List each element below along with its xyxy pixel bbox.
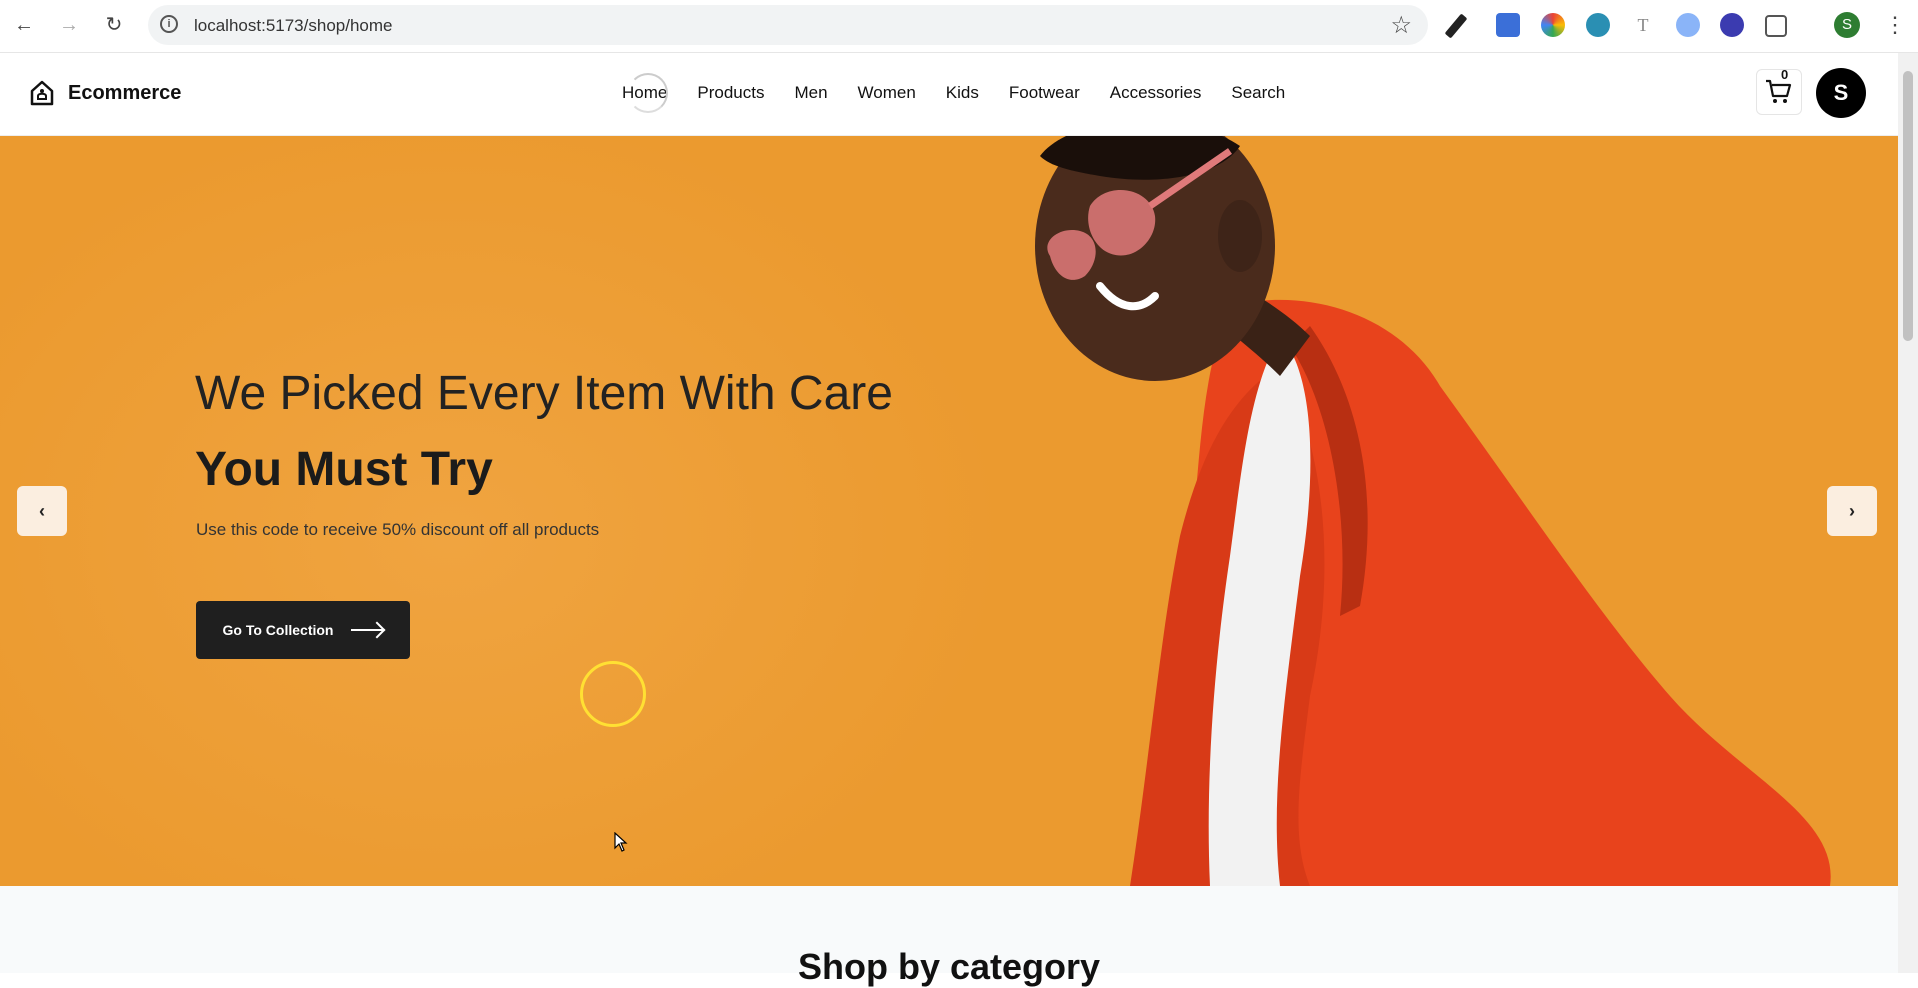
arrow-right-icon (351, 629, 384, 631)
nav-accessories[interactable]: Accessories (1110, 83, 1202, 103)
hero-subtitle: You Must Try (195, 443, 493, 496)
hero-title: We Picked Every Item With Care (195, 367, 893, 420)
section-title: Shop by category (797, 946, 1101, 987)
search-extension-icon[interactable] (1676, 13, 1700, 37)
cta-label: Go To Collection (222, 622, 334, 638)
home-icon (30, 80, 54, 106)
mouse-cursor-icon (614, 832, 628, 852)
category-section: Shop by category (0, 886, 1898, 987)
cart-icon (1766, 79, 1792, 103)
cart-count-badge: 0 (1781, 67, 1789, 82)
bookmark-star-icon[interactable]: ☆ (1390, 11, 1412, 40)
globe-extension-icon[interactable] (1586, 13, 1610, 37)
go-to-collection-button[interactable]: Go To Collection (196, 601, 410, 659)
nav-kids[interactable]: Kids (946, 83, 979, 103)
site-header: Ecommerce Home Products Men Women Kids F… (0, 53, 1898, 136)
nav-women[interactable]: Women (858, 83, 916, 103)
user-avatar[interactable]: S (1816, 68, 1866, 118)
nav-search[interactable]: Search (1231, 83, 1285, 103)
slider-prev-button[interactable]: ‹ (17, 486, 67, 536)
text-extension-icon[interactable]: T (1631, 13, 1655, 37)
extensions-puzzle-icon[interactable] (1765, 15, 1787, 37)
url-text[interactable]: localhost:5173/shop/home (194, 16, 392, 36)
main-nav: Home Products Men Women Kids Footwear Ac… (622, 73, 1315, 113)
page-scrollbar[interactable] (1898, 53, 1918, 973)
browser-toolbar: ← → ↻ i localhost:5173/shop/home ☆ T S ⋮ (0, 0, 1918, 53)
nav-products[interactable]: Products (697, 83, 764, 103)
hero-description: Use this code to receive 50% discount of… (196, 520, 600, 539)
color-extension-icon[interactable] (1541, 13, 1565, 37)
browser-menu-icon[interactable]: ⋮ (1884, 12, 1906, 38)
address-bar[interactable]: i localhost:5173/shop/home ☆ (148, 5, 1428, 45)
forward-icon[interactable]: → (57, 13, 81, 37)
logo[interactable]: Ecommerce (28, 79, 181, 107)
eyedropper-extension-icon[interactable] (1444, 13, 1468, 39)
back-icon[interactable]: ← (12, 13, 36, 37)
slider-next-button[interactable]: › (1827, 486, 1877, 536)
nav-home[interactable]: Home (622, 73, 669, 113)
hero-background (0, 136, 1100, 886)
nav-men[interactable]: Men (794, 83, 827, 103)
scrollbar-thumb[interactable] (1903, 71, 1913, 341)
nav-footwear[interactable]: Footwear (1009, 83, 1080, 103)
extension-icon[interactable] (1720, 13, 1744, 37)
brand-name: Ecommerce (68, 81, 182, 104)
site-info-icon[interactable]: i (160, 15, 178, 33)
cursor-highlight (580, 661, 646, 727)
reload-icon[interactable]: ↻ (102, 13, 126, 37)
cart-button[interactable] (1756, 69, 1802, 115)
hero-banner: We Picked Every Item With Care You Must … (0, 136, 1898, 886)
hero-model-image (1035, 136, 1831, 886)
browser-profile-avatar[interactable]: S (1834, 12, 1860, 38)
extension-icon[interactable] (1496, 13, 1520, 37)
